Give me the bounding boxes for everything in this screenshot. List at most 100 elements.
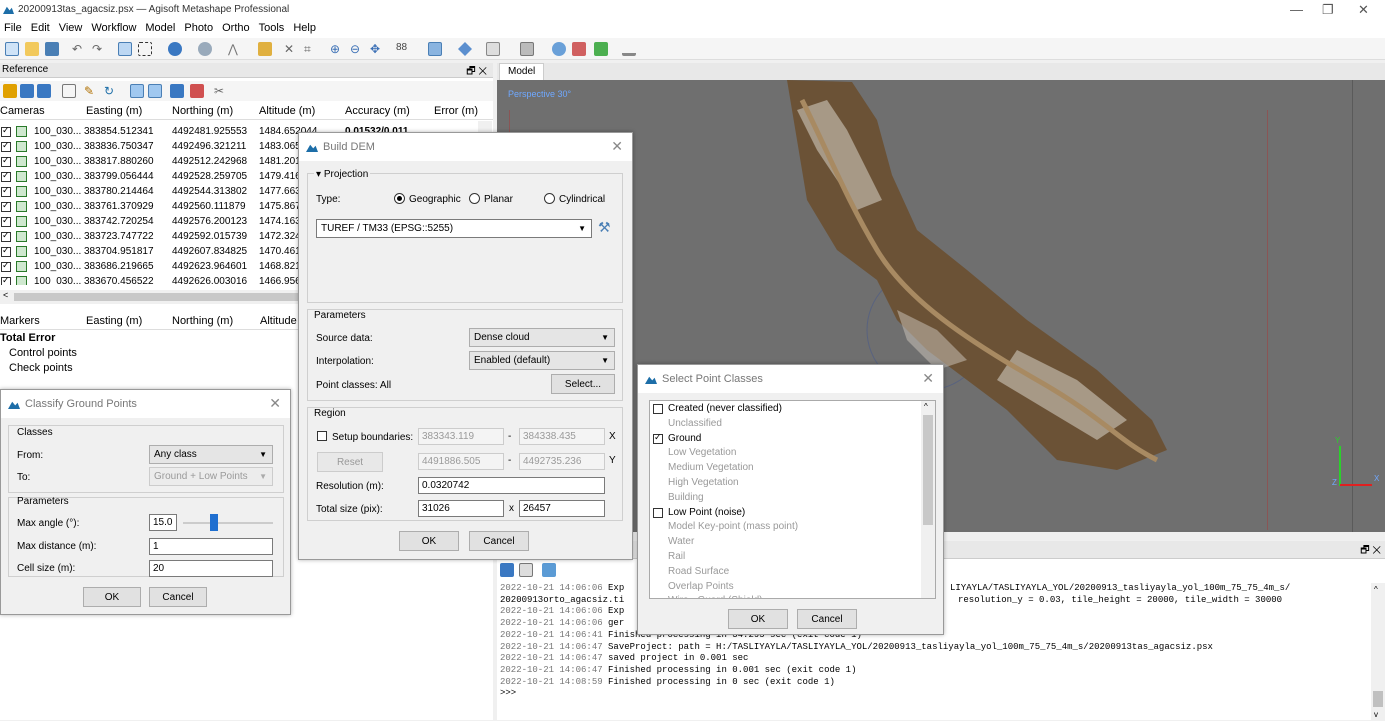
rotate-object-icon[interactable]	[168, 42, 182, 56]
dense-cloud-icon[interactable]	[428, 42, 442, 56]
camera-checkbox[interactable]	[1, 140, 11, 152]
point-classes-scrollbar[interactable]: ^	[921, 401, 935, 598]
console-clear-icon[interactable]	[519, 563, 533, 577]
col-marker-northing[interactable]: Northing (m)	[172, 315, 233, 327]
view-mode-icon[interactable]: 88	[396, 42, 410, 56]
model-shaded-icon[interactable]	[458, 42, 472, 56]
restore-icon[interactable]: ❐	[1322, 2, 1334, 18]
max-distance-input[interactable]: 1	[149, 538, 273, 555]
ok-button[interactable]: OK	[83, 587, 141, 607]
size-height-input[interactable]: 26457	[519, 500, 605, 517]
camera-checkbox[interactable]	[1, 185, 11, 197]
point-class-checkbox[interactable]	[653, 404, 663, 414]
minimize-icon[interactable]: —	[1290, 2, 1303, 17]
undo-icon[interactable]: ↶	[72, 42, 86, 56]
ok-button[interactable]: OK	[728, 609, 788, 629]
cancel-button[interactable]: Cancel	[469, 531, 529, 551]
ok-button[interactable]: OK	[399, 531, 459, 551]
resolution-input[interactable]: 0.0320742	[418, 477, 605, 494]
convert-reference-icon[interactable]	[37, 84, 51, 98]
x-min-input[interactable]: 383343.119	[418, 428, 504, 445]
reset-view-icon[interactable]	[622, 42, 636, 56]
tiled-model-icon[interactable]	[486, 42, 500, 56]
col-error[interactable]: Error (m)	[434, 105, 478, 117]
console-scrollbar[interactable]: ^ v	[1371, 583, 1385, 721]
tools-icon[interactable]: ✂	[214, 84, 228, 98]
navigation-icon[interactable]	[118, 42, 132, 56]
camera-checkbox[interactable]	[1, 260, 11, 272]
menu-help[interactable]: Help	[289, 20, 321, 34]
export-reference-icon[interactable]	[20, 84, 34, 98]
camera-checkbox[interactable]	[1, 230, 11, 242]
zoom-out-icon[interactable]: ⊖	[350, 42, 364, 56]
camera-checkbox[interactable]	[1, 125, 11, 137]
planar-radio[interactable]	[469, 193, 480, 204]
save-icon[interactable]	[45, 42, 59, 56]
zoom-in-icon[interactable]: ⊕	[330, 42, 344, 56]
close-icon[interactable]: ✕	[922, 370, 934, 387]
point-class-checkbox[interactable]	[653, 432, 663, 444]
col-easting[interactable]: Easting (m)	[86, 105, 142, 117]
camera-checkbox[interactable]	[1, 215, 11, 227]
camera-checkbox[interactable]	[1, 275, 11, 285]
move-icon[interactable]: ✥	[370, 42, 384, 56]
show-cameras-icon[interactable]	[520, 42, 534, 56]
show-shapes-icon[interactable]	[572, 42, 586, 56]
camera-checkbox[interactable]	[1, 155, 11, 167]
open-icon[interactable]	[25, 42, 39, 56]
menu-file[interactable]: File	[0, 20, 27, 34]
view-source-icon[interactable]	[130, 84, 144, 98]
new-icon[interactable]	[5, 42, 19, 56]
camera-checkbox[interactable]	[1, 200, 11, 212]
redo-icon[interactable]: ↷	[92, 42, 106, 56]
camera-checkbox[interactable]	[1, 245, 11, 257]
interpolation-select[interactable]: Enabled (default) ▼	[469, 351, 615, 370]
rectangle-selection-icon[interactable]	[138, 42, 152, 56]
reset-button[interactable]: Reset	[317, 452, 383, 472]
view-estimated-icon[interactable]	[148, 84, 162, 98]
menu-workflow[interactable]: Workflow	[87, 20, 141, 34]
close-icon[interactable]: ✕	[611, 138, 623, 155]
menu-model[interactable]: Model	[141, 20, 180, 34]
from-select[interactable]: Any class ▼	[149, 445, 273, 464]
to-select[interactable]: Ground + Low Points ▼	[149, 467, 273, 486]
col-northing[interactable]: Northing (m)	[172, 105, 233, 117]
point-class-item[interactable]: Ground	[650, 432, 920, 447]
point-class-checkbox[interactable]	[653, 507, 663, 518]
setup-boundaries-checkbox[interactable]	[317, 431, 327, 441]
menu-view[interactable]: View	[55, 20, 88, 34]
view-errors-icon[interactable]	[170, 84, 184, 98]
max-angle-slider-thumb[interactable]	[210, 514, 218, 531]
point-class-item[interactable]: Low Point (noise)	[650, 506, 920, 521]
close-icon[interactable]: ✕	[269, 395, 281, 412]
crop-selection-icon[interactable]: ⌗	[304, 42, 318, 56]
y-min-input[interactable]: 4491886.505	[418, 453, 504, 470]
optimize-cameras-icon[interactable]: ✎	[84, 84, 98, 98]
point-class-item[interactable]: Created (never classified)	[650, 402, 920, 417]
tab-model[interactable]: Model	[499, 63, 545, 80]
update-transform-icon[interactable]: ↻	[104, 84, 118, 98]
console-save-icon[interactable]	[500, 563, 514, 577]
menu-photo[interactable]: Photo	[180, 20, 218, 34]
close-icon[interactable]: ✕	[1358, 2, 1369, 18]
menu-tools[interactable]: Tools	[255, 20, 290, 34]
panel-float-close-icon[interactable]: 🗗 ✕	[466, 64, 487, 81]
x-max-input[interactable]: 384338.435	[519, 428, 605, 445]
show-markers-icon[interactable]	[552, 42, 566, 56]
geographic-radio[interactable]	[394, 193, 405, 204]
size-width-input[interactable]: 31026	[418, 500, 504, 517]
col-altitude[interactable]: Altitude (m)	[259, 105, 315, 117]
menu-ortho[interactable]: Ortho	[218, 20, 255, 34]
menu-edit[interactable]: Edit	[27, 20, 55, 34]
max-angle-slider-track[interactable]	[183, 522, 273, 524]
col-marker-altitude[interactable]: Altitude	[260, 315, 297, 327]
crs-select[interactable]: TUREF / TM33 (EPSG::5255) ▼	[316, 219, 592, 238]
select-classes-button[interactable]: Select...	[551, 374, 615, 394]
reference-settings-icon[interactable]	[190, 84, 204, 98]
console-run-script-icon[interactable]	[542, 563, 556, 577]
col-markers[interactable]: Markers	[0, 315, 40, 327]
show-region-icon[interactable]	[594, 42, 608, 56]
cell-size-input[interactable]: 20	[149, 560, 273, 577]
col-accuracy[interactable]: Accuracy (m)	[345, 105, 410, 117]
y-max-input[interactable]: 4492735.236	[519, 453, 605, 470]
